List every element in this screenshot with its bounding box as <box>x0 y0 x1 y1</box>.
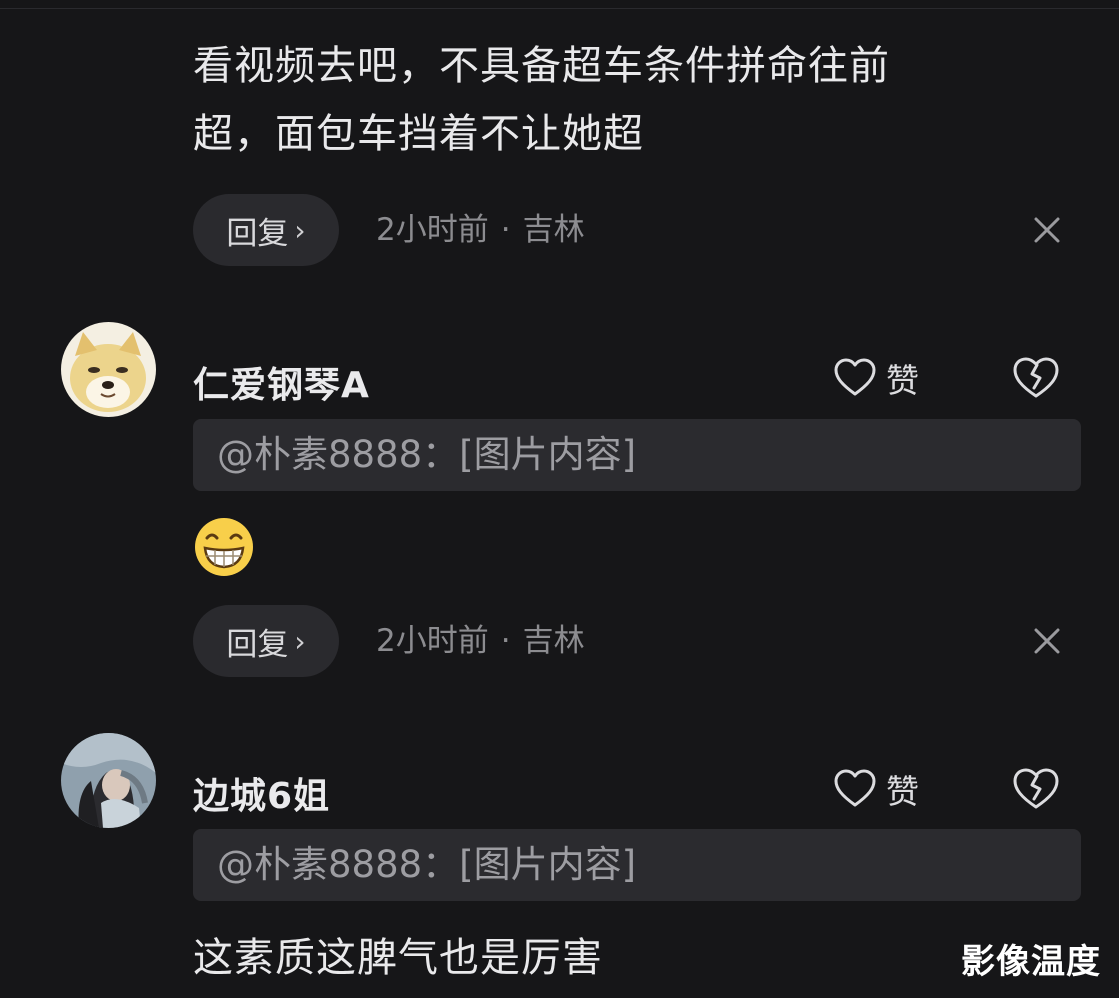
like-button[interactable]: 赞 <box>832 761 942 817</box>
chevron-right-icon: › <box>294 624 306 658</box>
broken-heart-icon[interactable] <box>1010 352 1062 404</box>
grinning-emoji-icon <box>195 518 253 576</box>
separator: · <box>500 212 511 248</box>
comment-text-line: 看视频去吧，不具备超车条件拼命往前 <box>193 43 890 89</box>
quoted-reply[interactable]: @朴素8888：[图片内容] <box>193 419 1081 491</box>
comment-meta-row: 回复 › 2小时前 · 吉林 <box>193 194 1073 266</box>
heart-icon <box>834 769 876 807</box>
comment-text: 这素质这脾气也是厉害 <box>193 935 603 981</box>
comment-meta: 2小时前 · 吉林 <box>376 194 585 266</box>
watermark: 影像温度 <box>961 942 1101 982</box>
location: 吉林 <box>522 212 585 248</box>
username[interactable]: 边城6姐 <box>193 767 330 819</box>
avatar[interactable] <box>61 322 156 417</box>
top-divider <box>0 8 1119 9</box>
reply-button[interactable]: 回复 › <box>193 194 339 266</box>
chevron-right-icon: › <box>294 213 306 247</box>
heart-icon <box>834 358 876 396</box>
timestamp: 2小时前 <box>376 623 489 659</box>
like-button[interactable]: 赞 <box>832 350 942 406</box>
username[interactable]: 仁爱钢琴A <box>193 356 370 408</box>
close-icon[interactable] <box>1021 615 1073 667</box>
close-icon[interactable] <box>1021 204 1073 256</box>
reply-label: 回复 <box>226 215 289 252</box>
reply-button[interactable]: 回复 › <box>193 605 339 677</box>
timestamp: 2小时前 <box>376 212 489 248</box>
location: 吉林 <box>522 623 585 659</box>
person-avatar-icon <box>61 733 156 828</box>
comment-meta: 2小时前 · 吉林 <box>376 605 585 677</box>
like-label: 赞 <box>886 772 919 811</box>
broken-heart-icon[interactable] <box>1010 763 1062 815</box>
comment-text-line: 超，面包车挡着不让她超 <box>193 111 644 157</box>
separator: · <box>500 623 511 659</box>
comment-text: 看视频去吧，不具备超车条件拼命往前 超，面包车挡着不让她超 <box>193 32 1053 168</box>
doge-avatar-icon <box>61 322 156 417</box>
reply-label: 回复 <box>226 626 289 663</box>
avatar[interactable] <box>61 733 156 828</box>
comment-meta-row: 回复 › 2小时前 · 吉林 <box>193 605 1073 677</box>
quoted-reply[interactable]: @朴素8888：[图片内容] <box>193 829 1081 901</box>
like-label: 赞 <box>886 361 919 400</box>
